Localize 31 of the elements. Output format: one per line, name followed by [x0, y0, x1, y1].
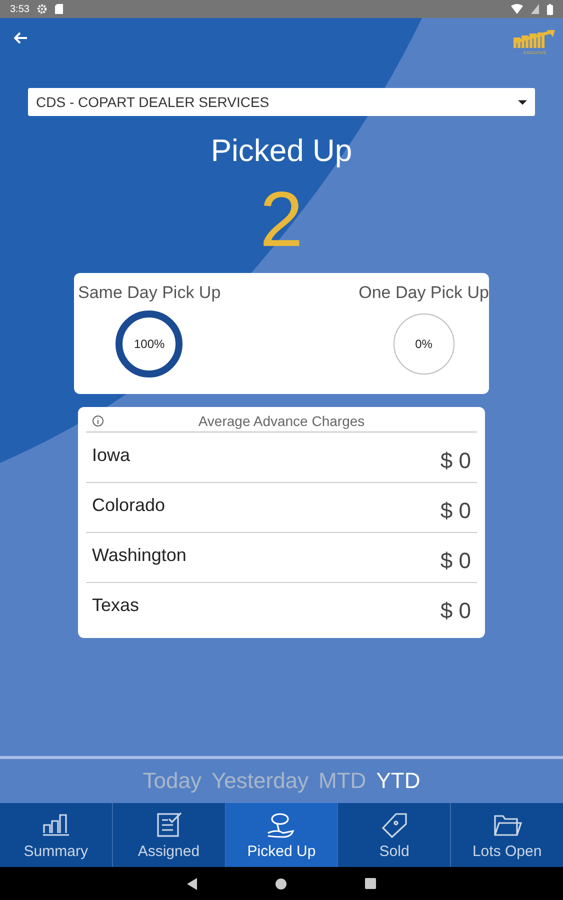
state-name: Texas [92, 595, 140, 616]
charges-title: Average Advance Charges [197, 413, 366, 429]
ring-track [393, 314, 454, 374]
dealer-dropdown[interactable]: CDS - COPART DEALER SERVICES [28, 88, 535, 116]
caret-icon [518, 100, 527, 104]
back-arrow-icon[interactable] [14, 32, 28, 44]
info-icon[interactable] [92, 415, 104, 427]
state-name: Colorado [92, 495, 166, 516]
state-name: Washington [92, 545, 186, 566]
status-time: 3:53 [10, 4, 30, 14]
stat-percent: 100% [134, 337, 165, 351]
signal-icon [531, 4, 539, 14]
page-title: Picked Up [210, 133, 352, 169]
gear-icon [37, 4, 48, 14]
charge-amount: $ 0 [440, 498, 471, 524]
chart-logo-icon [513, 30, 557, 50]
wifi-icon [511, 4, 523, 14]
period-tab[interactable]: YTD [376, 768, 420, 794]
home-nav-icon[interactable] [275, 878, 287, 890]
nav-tab[interactable]: Picked Up [226, 803, 338, 867]
charge-amount: $ 0 [440, 448, 471, 474]
stat-label: One Day Pick Up [358, 283, 489, 303]
battery-icon [547, 4, 553, 14]
back-nav-icon[interactable] [187, 878, 197, 890]
charge-amount: $ 0 [440, 598, 471, 624]
charge-amount: $ 0 [440, 548, 471, 574]
picked-up-count: 2 [260, 177, 304, 261]
stat-label: Same Day Pick Up [78, 283, 221, 303]
state-name: Iowa [92, 445, 130, 466]
stat-percent: 0% [415, 337, 432, 351]
sd-card-icon [55, 4, 64, 14]
